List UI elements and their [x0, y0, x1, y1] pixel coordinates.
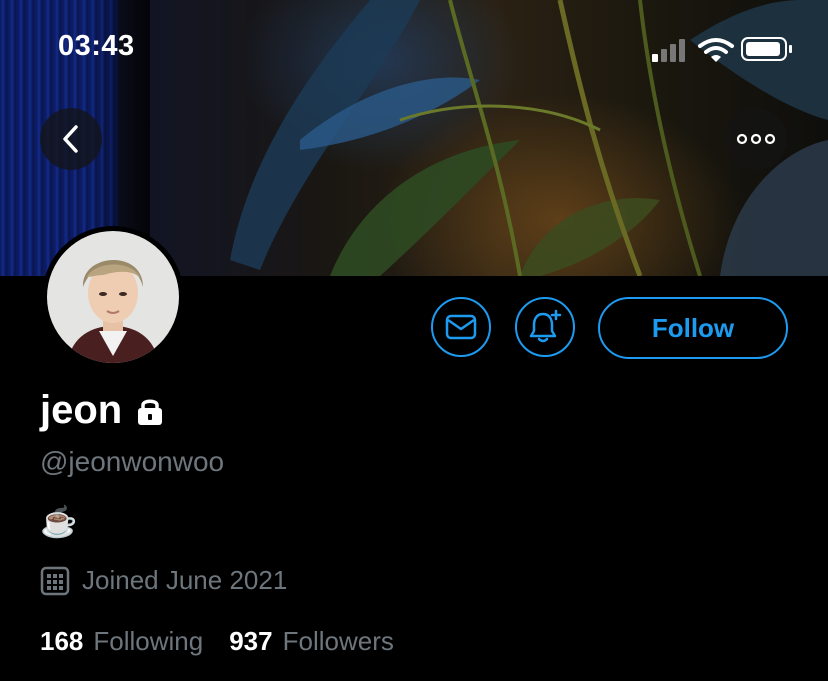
battery-icon [741, 37, 792, 61]
more-options-button[interactable] [725, 108, 787, 170]
bio: ☕️ [40, 506, 78, 539]
back-button[interactable] [40, 108, 102, 170]
calendar-icon [40, 566, 70, 595]
display-name: jeon [40, 388, 123, 432]
joined-date: Joined June 2021 [82, 565, 288, 595]
avatar[interactable] [42, 226, 184, 368]
message-button[interactable] [431, 297, 491, 357]
status-icons [652, 37, 792, 62]
display-name-row: jeon [40, 388, 166, 433]
wifi-icon [698, 38, 734, 62]
handle: @jeonwonwoo [40, 446, 225, 477]
followers-count: 937 [229, 626, 273, 656]
stats-row: 168 Following 937 Followers [40, 626, 394, 657]
followers-label: Followers [282, 626, 394, 656]
following-count: 168 [40, 626, 84, 656]
joined-row: Joined June 2021 [40, 565, 287, 596]
following-label: Following [93, 626, 204, 656]
status-time: 03:43 [58, 30, 135, 62]
chevron-left-icon [63, 125, 78, 153]
more-horizontal-icon [736, 133, 776, 145]
follow-button[interactable]: Follow [598, 297, 788, 359]
envelope-icon [445, 314, 477, 340]
cellular-signal-icon [652, 39, 685, 62]
notifications-button[interactable] [515, 297, 575, 357]
following-link[interactable]: 168 Following [40, 626, 203, 657]
bell-plus-icon [529, 309, 562, 343]
profile-photo [47, 231, 179, 363]
followers-link[interactable]: 937 Followers [229, 626, 394, 657]
lock-icon [138, 399, 163, 425]
